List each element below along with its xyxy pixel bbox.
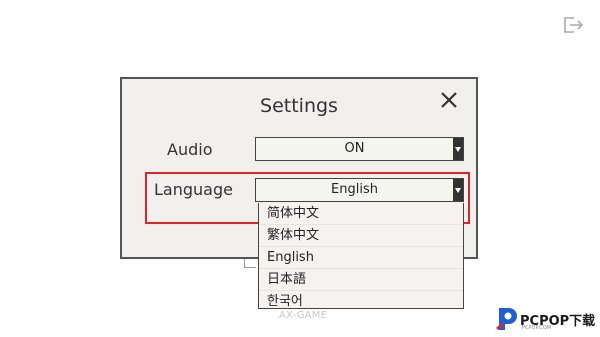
language-select[interactable]: English	[255, 178, 464, 202]
audio-select[interactable]: ON	[255, 137, 464, 161]
brand-tagline: PCPOP.COM	[522, 325, 552, 331]
language-value: English	[331, 182, 378, 197]
brand-badge: PCPOP下载 PCPOP.COM	[494, 304, 598, 334]
caret-down-icon	[453, 179, 463, 201]
language-option-korean[interactable]: 한국어	[259, 290, 463, 312]
audio-value: ON	[344, 141, 365, 156]
language-option-simplified-chinese[interactable]: 简体中文	[259, 203, 463, 224]
watermark: AX-GAME	[279, 310, 328, 321]
exit-icon[interactable]	[562, 15, 584, 35]
pcpop-logo-icon	[496, 308, 517, 331]
caret-down-icon	[453, 138, 463, 160]
language-option-japanese[interactable]: 日本語	[259, 268, 463, 290]
language-option-english[interactable]: English	[259, 246, 463, 268]
language-label: Language	[154, 180, 233, 199]
dialog-title: Settings	[260, 95, 338, 117]
audio-label: Audio	[167, 140, 213, 159]
language-dropdown-list: 简体中文 繁体中文 English 日本語 한국어	[258, 203, 464, 309]
language-option-traditional-chinese[interactable]: 繁体中文	[259, 224, 463, 246]
close-icon[interactable]	[440, 91, 458, 109]
partial-hidden-element	[244, 259, 256, 268]
